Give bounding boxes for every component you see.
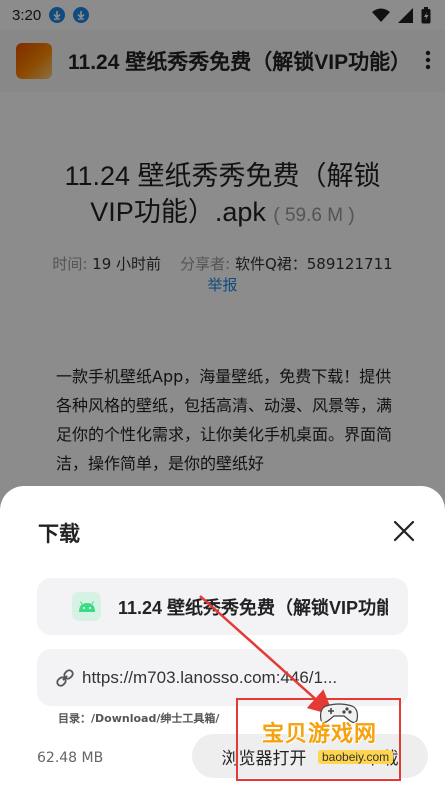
annotation-arrow xyxy=(199,595,334,716)
watermark-text: 宝贝游戏网 xyxy=(262,722,378,747)
watermark-url: baobeiy.com xyxy=(318,750,394,764)
